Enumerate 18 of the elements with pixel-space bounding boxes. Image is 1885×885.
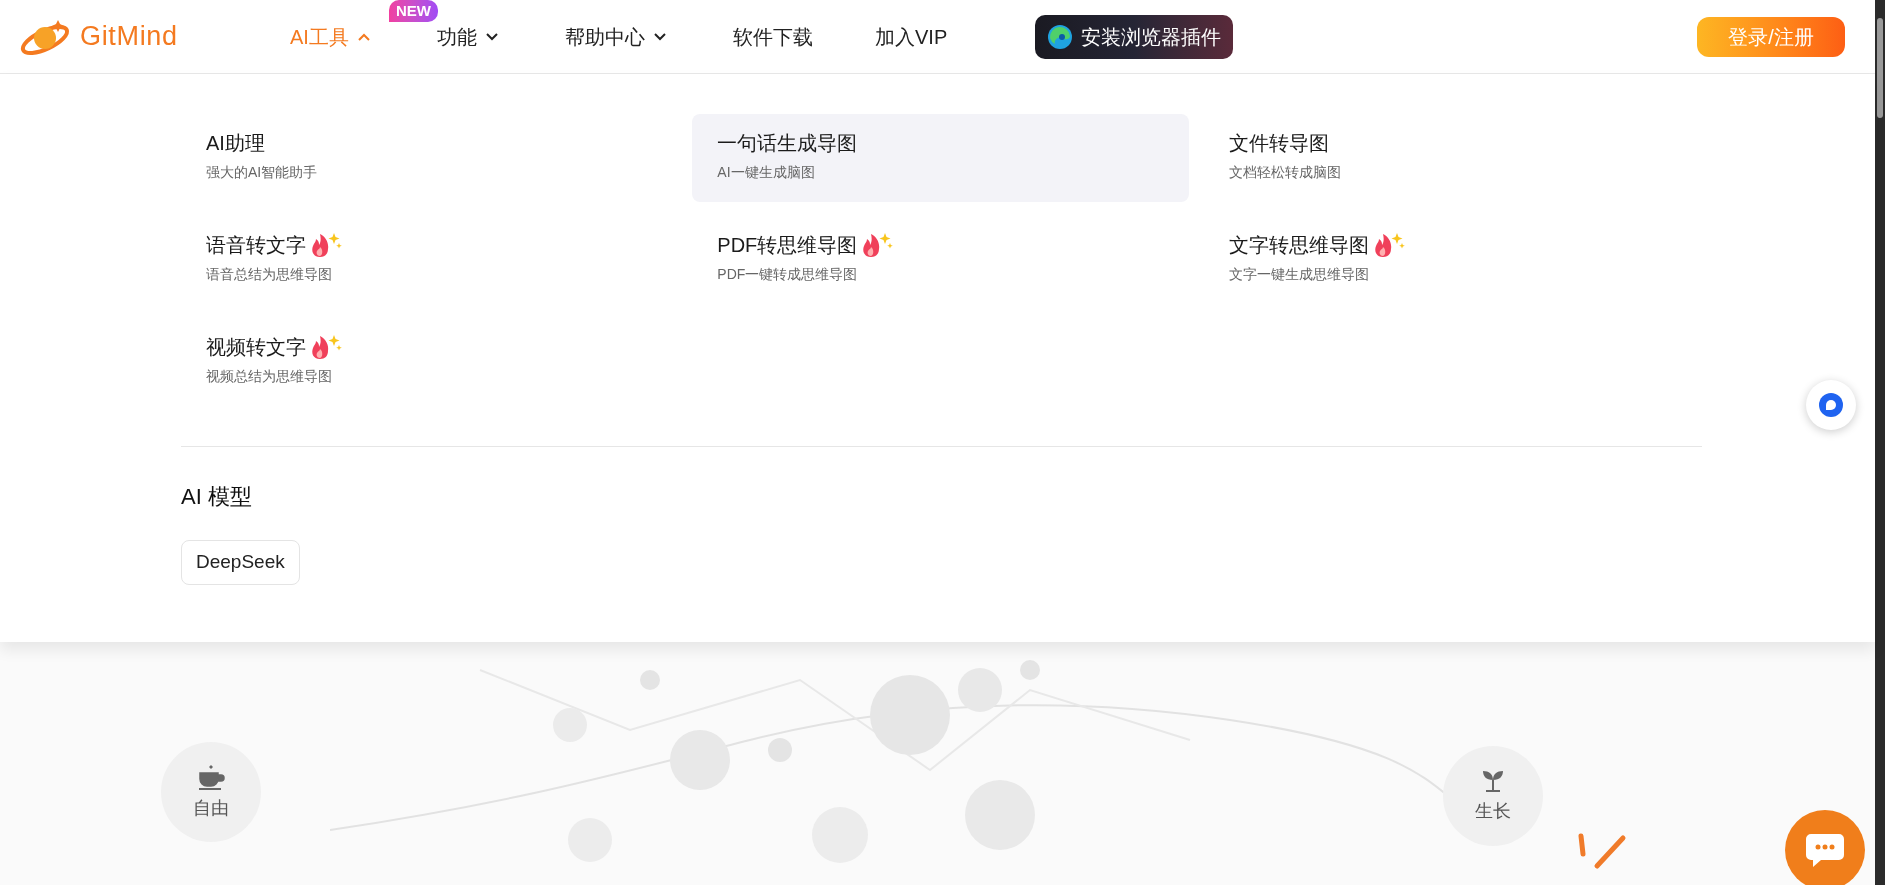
menu-item[interactable]: AI助理 强大的AI智能助手: [181, 114, 678, 202]
section-heading: AI 模型: [181, 483, 253, 511]
nav-link[interactable]: 帮助中心: [565, 21, 667, 52]
model-chip[interactable]: DeepSeek: [181, 540, 300, 585]
nav-link[interactable]: 软件下载: [733, 21, 813, 52]
menu-item[interactable]: 文件转导图 文档轻松转成脑图: [1203, 114, 1701, 202]
nav-link[interactable]: 加入VIP: [875, 21, 948, 52]
new-badge: NEW: [389, 0, 438, 22]
menu-item[interactable]: PDF转思维导图 PDF一键转成思维导图: [692, 216, 1190, 304]
feature-label: 自由: [193, 796, 229, 820]
menu-item[interactable]: 语音转文字 语音总结为思维导图: [181, 216, 678, 304]
logo-text: GitMind: [80, 20, 178, 54]
nav-link[interactable]: 功能: [437, 21, 499, 52]
menu-item[interactable]: 一句话生成导图 AI一键生成脑图: [692, 114, 1190, 202]
menu-item[interactable]: 文字转思维导图 文字一键生成思维导图: [1203, 216, 1701, 304]
install-extension-button[interactable]: 安装浏览器插件: [1035, 14, 1233, 59]
feature-label: 生长: [1475, 799, 1511, 823]
menu-item[interactable]: 视频转文字 视频总结为思维导图: [181, 318, 678, 406]
